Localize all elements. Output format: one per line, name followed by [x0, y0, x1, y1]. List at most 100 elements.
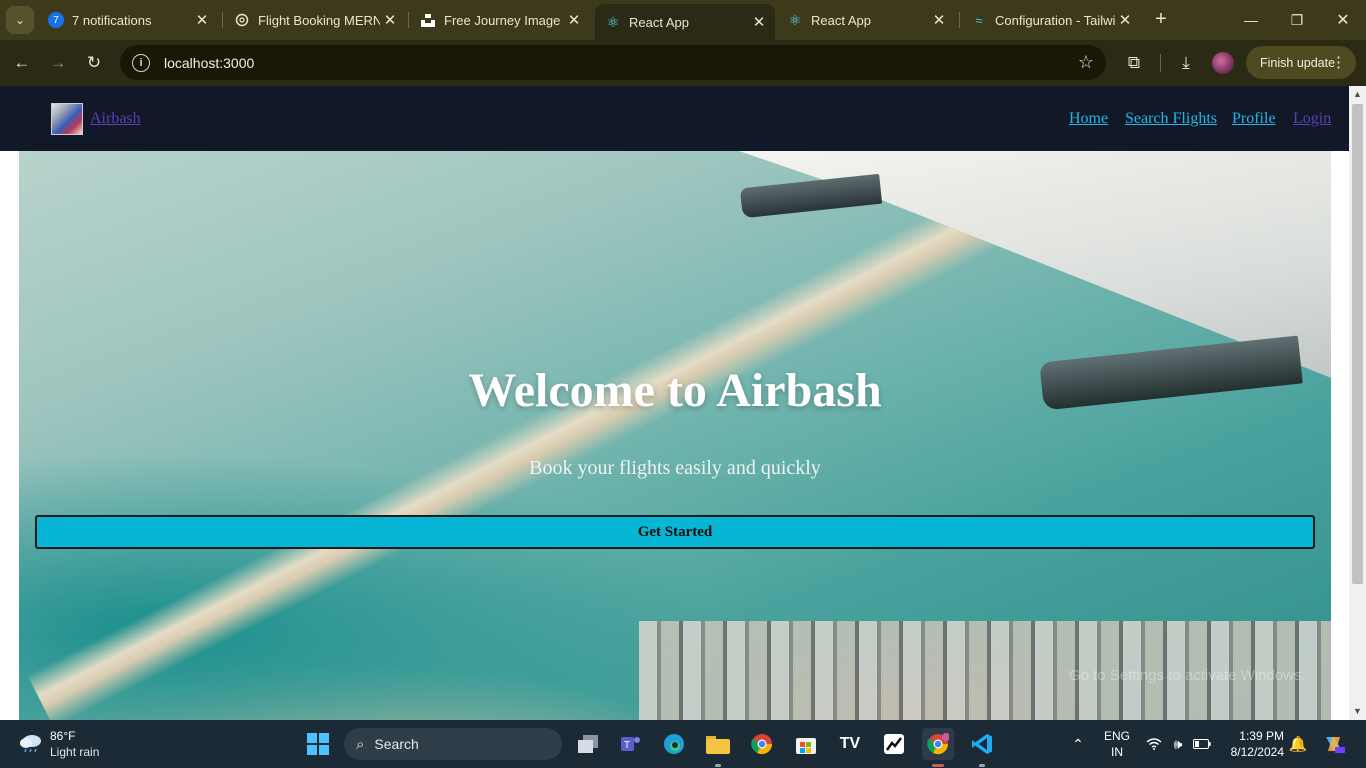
file-explorer-icon[interactable] [702, 728, 734, 760]
close-window-button[interactable]: ✕ [1320, 0, 1366, 40]
reload-button[interactable]: ↻ [82, 51, 106, 75]
tradingview-icon[interactable]: TV [834, 728, 866, 760]
minimize-button[interactable]: — [1228, 0, 1274, 40]
tab-configuration-tailwind[interactable]: ≈ Configuration - Tailwi ✕ [961, 6, 1141, 34]
chrome-active-icon[interactable] [922, 728, 954, 760]
input-language[interactable]: ENG [1104, 729, 1130, 743]
chatgpt-icon [234, 12, 250, 28]
notification-badge-icon: 7 [48, 12, 64, 28]
minimize-icon: — [1244, 12, 1258, 28]
scroll-thumb[interactable] [1352, 104, 1363, 584]
tab-search-button[interactable]: ⌄ [6, 6, 34, 34]
finish-update-button[interactable]: Finish update ⋮ [1246, 46, 1356, 79]
bookmark-star-icon[interactable]: ☆ [1078, 52, 1094, 73]
svg-text:T: T [624, 740, 630, 751]
scroll-up-icon[interactable]: ▲ [1352, 89, 1363, 101]
hero-subtitle: Book your flights easily and quickly [529, 457, 821, 479]
forward-button[interactable]: → [46, 51, 70, 75]
copilot-icon[interactable] [1318, 728, 1350, 760]
tab-divider [408, 12, 409, 28]
search-icon: ⌕ [356, 735, 365, 753]
tab-react-app[interactable]: ⚛ React App ✕ [777, 6, 955, 34]
tab-divider [959, 12, 960, 28]
hero-title: Welcome to Airbash [468, 364, 882, 417]
input-region[interactable]: IN [1111, 745, 1123, 759]
nav-login[interactable]: Login [1293, 110, 1331, 128]
tab-notifications[interactable]: 7 7 notifications ✕ [38, 6, 218, 34]
notification-bell-icon[interactable]: 🔔 [1286, 728, 1310, 760]
new-tab-button[interactable]: + [1150, 8, 1172, 30]
active-app-indicator [932, 764, 944, 767]
activation-watermark: Go to Settings to activate Windows. [1069, 667, 1306, 684]
more-options-icon[interactable]: ⋮ [1331, 53, 1346, 71]
back-button[interactable]: ← [10, 51, 34, 75]
downloads-button[interactable]: ⤓ [1174, 51, 1198, 75]
brand-link[interactable]: Airbash [90, 110, 141, 128]
vscode-icon[interactable] [966, 728, 998, 760]
tailwind-icon: ≈ [975, 12, 983, 28]
close-icon: ✕ [1336, 12, 1350, 29]
microsoft-store-icon[interactable] [790, 728, 822, 760]
download-icon: ⤓ [1182, 53, 1190, 72]
taskbar-search[interactable]: ⌕ Search [344, 728, 562, 760]
url-text[interactable]: localhost:3000 [164, 55, 254, 71]
address-bar[interactable]: i localhost:3000 ☆ [120, 45, 1106, 80]
unsplash-icon [420, 12, 436, 28]
close-icon[interactable]: ✕ [380, 11, 400, 29]
nav-profile[interactable]: Profile [1232, 110, 1276, 128]
cloud-rain-icon[interactable] [18, 731, 44, 753]
brand-logo[interactable] [51, 103, 83, 135]
scroll-down-icon[interactable]: ▼ [1352, 706, 1363, 718]
get-started-button[interactable]: Get Started [35, 515, 1315, 549]
tab-divider [222, 12, 223, 28]
profile-avatar[interactable] [1212, 52, 1234, 74]
airplane-engine-image [739, 173, 883, 219]
toolbar-divider [1160, 54, 1161, 72]
tab-flight-booking[interactable]: Flight Booking MERN ✕ [224, 6, 406, 34]
windows-start-icon[interactable] [302, 728, 334, 760]
taskbar: 86°F Light rain ⌕ Search T TV ⌃ ENG IN 🕪… [0, 720, 1366, 768]
wifi-icon[interactable] [1142, 728, 1166, 760]
clock-date[interactable]: 8/12/2024 [1224, 745, 1284, 759]
browser-toolbar: ← → ↻ i localhost:3000 ☆ ⧉ ⤓ Finish upda… [0, 40, 1366, 86]
restore-button[interactable]: ❐ [1274, 0, 1320, 40]
nav-search-flights[interactable]: Search Flights [1125, 110, 1217, 128]
volume-icon[interactable]: 🕪 [1166, 728, 1190, 760]
show-hidden-icons-chevron-up-icon[interactable]: ⌃ [1064, 728, 1092, 760]
close-icon[interactable]: ✕ [749, 13, 769, 31]
chevron-down-icon: ⌄ [14, 13, 26, 27]
tab-react-app-active[interactable]: ⚛ React App ✕ [595, 4, 775, 40]
puzzle-icon: ⧉ [1127, 53, 1141, 72]
plus-icon: + [1155, 8, 1167, 30]
reload-icon: ↻ [86, 53, 102, 72]
page-scrollbar[interactable]: ▲ ▼ [1349, 86, 1366, 720]
running-indicator [979, 764, 985, 767]
react-icon: ⚛ [788, 11, 802, 28]
battery-icon[interactable] [1190, 728, 1214, 760]
stock-chart-app-icon[interactable] [878, 728, 910, 760]
restore-icon: ❐ [1290, 11, 1304, 28]
site-navbar: Airbash Home Search Flights Profile Logi… [0, 86, 1349, 151]
react-icon: ⚛ [606, 13, 620, 30]
tab-free-journey-image[interactable]: Free Journey Image o ✕ [410, 6, 590, 34]
close-icon[interactable]: ✕ [564, 11, 584, 29]
teams-icon[interactable]: T [614, 728, 646, 760]
extensions-button[interactable]: ⧉ [1122, 51, 1146, 75]
site-info-icon[interactable]: i [132, 53, 150, 72]
arrow-right-icon: → [49, 53, 67, 72]
tab-strip: ⌄ 7 7 notifications ✕ Flight Booking MER… [0, 0, 1366, 40]
chrome-icon[interactable] [746, 728, 778, 760]
page-viewport: Airbash Home Search Flights Profile Logi… [0, 86, 1349, 720]
hero-section: Welcome to Airbash Book your flights eas… [19, 151, 1331, 720]
close-icon[interactable]: ✕ [1115, 11, 1135, 29]
close-icon[interactable]: ✕ [192, 11, 212, 29]
clock-time[interactable]: 1:39 PM [1236, 729, 1284, 743]
task-view-icon[interactable] [572, 728, 604, 760]
weather-description[interactable]: Light rain [50, 745, 99, 759]
nav-home[interactable]: Home [1069, 110, 1108, 128]
arrow-left-icon: ← [13, 53, 31, 72]
running-indicator [715, 764, 721, 767]
close-icon[interactable]: ✕ [929, 11, 949, 29]
edge-icon[interactable] [658, 728, 690, 760]
weather-temperature[interactable]: 86°F [50, 729, 75, 743]
